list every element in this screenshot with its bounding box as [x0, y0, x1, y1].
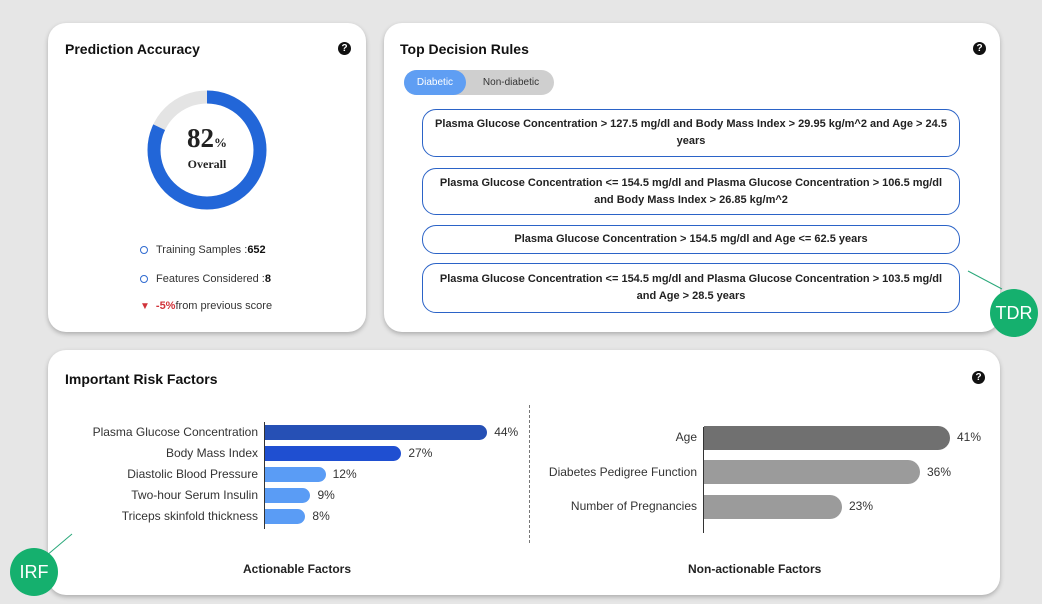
annotation-lines — [45, 270, 1003, 557]
tdr-badge: TDR — [990, 289, 1038, 337]
irf-badge: IRF — [10, 548, 58, 596]
